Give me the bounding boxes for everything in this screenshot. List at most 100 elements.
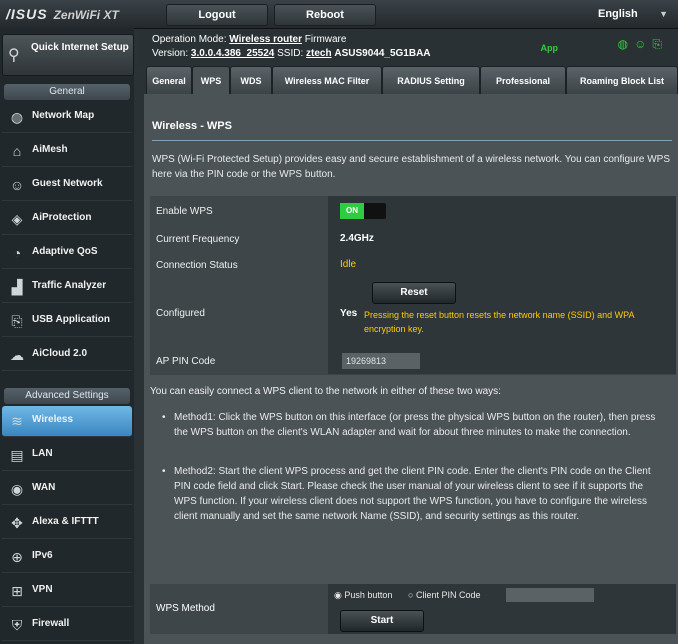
ssid-value-2: ASUS9044_5G1BAA <box>334 48 431 59</box>
sidebar-item-wan[interactable]: ◉ WAN <box>2 474 132 505</box>
sidebar-item-adaptive-qos[interactable]: ◔ Adaptive QoS <box>2 238 132 269</box>
wan-icon: ◉ <box>10 481 24 497</box>
toggle-on-label: ON <box>340 203 364 219</box>
current-frequency-value: 2.4GHz <box>340 233 374 244</box>
sidebar-item-network-map[interactable]: ◍ Network Map <box>2 102 132 133</box>
table-row: AP PIN Code 19269813 <box>150 348 676 375</box>
language-value: English <box>598 8 638 20</box>
reboot-button[interactable]: Reboot <box>274 4 376 26</box>
sidebar-item-aimesh[interactable]: ⌂ AiMesh <box>2 136 132 167</box>
tab-wireless-mac-filter[interactable]: Wireless MAC Filter <box>272 66 382 95</box>
ap-pin-label: AP PIN Code <box>150 348 328 374</box>
quick-setup-label: Quick Internet Setup <box>31 42 129 53</box>
shield-icon: ◈ <box>11 211 23 227</box>
app-label[interactable]: App <box>541 42 559 54</box>
ssid-label: SSID: <box>277 48 304 59</box>
sidebar-item-label: AiProtection <box>32 212 92 223</box>
wifi-status-icon[interactable]: ◍ <box>618 37 634 51</box>
sidebar-item-label: Traffic Analyzer <box>32 280 107 291</box>
radio-selected-icon: ◉ <box>334 590 342 600</box>
sidebar-item-aicloud[interactable]: ☁ AiCloud 2.0 <box>2 340 132 371</box>
tab-roaming-block-list[interactable]: Roaming Block List <box>566 66 678 95</box>
sidebar-item-firewall[interactable]: ⛨ Firewall <box>2 610 132 641</box>
enable-wps-label: Enable WPS <box>150 196 328 226</box>
lan-icon: ▤ <box>10 447 24 463</box>
wifi-icon: ≋ <box>11 413 23 429</box>
client-pin-input[interactable] <box>506 588 594 602</box>
wps-method-label: WPS Method <box>150 584 328 634</box>
start-button[interactable]: Start <box>340 610 424 632</box>
sidebar-item-label: IPv6 <box>32 550 53 561</box>
version-label: Version: <box>152 48 189 59</box>
usb-status-icon[interactable]: ⎘ <box>652 37 668 51</box>
sidebar-item-vpn[interactable]: ⊞ VPN <box>2 576 132 607</box>
connection-status-cell: Idle <box>328 252 676 278</box>
client-pin-label: Client PIN Code <box>415 590 481 600</box>
configured-cell: Reset Yes Pressing the reset button rese… <box>328 278 676 348</box>
method1-item: • Method1: Click the WPS button on this … <box>162 410 662 440</box>
configured-label: Configured <box>150 278 328 348</box>
sidebar-item-label: USB Application <box>32 314 110 325</box>
brand-name: /ISUS <box>6 6 48 22</box>
push-button-label: Push button <box>344 590 393 600</box>
firmware-label: Firmware <box>304 34 347 45</box>
firewall-icon: ⛨ <box>11 617 23 633</box>
sidebar-item-alexa-ifttt[interactable]: ✥ Alexa & IFTTT <box>2 508 132 539</box>
configured-value: Yes <box>340 308 358 319</box>
method1-text: Method1: Click the WPS button on this in… <box>174 412 656 438</box>
chart-icon: ▟ <box>11 279 23 295</box>
bullet-icon: • <box>162 466 166 477</box>
model-name: ZenWiFi XT <box>53 8 119 22</box>
ap-pin-cell: 19269813 <box>328 348 676 374</box>
tab-wds[interactable]: WDS <box>230 66 272 95</box>
ap-pin-value: 19269813 <box>342 353 420 369</box>
sidebar-item-usb-application[interactable]: ⎘ USB Application <box>2 306 132 337</box>
op-mode-link[interactable]: Wireless router <box>229 34 302 45</box>
tab-wps[interactable]: WPS <box>192 66 230 95</box>
sidebar-item-label: WAN <box>32 482 56 493</box>
sidebar-item-label: LAN <box>32 448 53 459</box>
sidebar-item-ipv6[interactable]: ⊕ IPv6 <box>2 542 132 573</box>
wps-method-row: WPS Method ◉ Push button ○ Client PIN Co… <box>150 584 676 634</box>
sidebar-item-label: VPN <box>32 584 53 595</box>
logout-button[interactable]: Logout <box>166 4 268 26</box>
general-section-header: General <box>4 84 130 100</box>
push-button-radio[interactable]: ◉ Push button <box>334 590 392 601</box>
connection-intro: You can easily connect a WPS client to t… <box>150 386 501 397</box>
sidebar-item-wireless[interactable]: ≋ Wireless <box>2 406 132 437</box>
sidebar-item-label: AiCloud 2.0 <box>32 348 88 359</box>
page-description: WPS (Wi-Fi Protected Setup) provides eas… <box>152 154 671 180</box>
table-row: Current Frequency 2.4GHz <box>150 226 676 253</box>
enable-wps-toggle[interactable]: ON <box>340 203 386 219</box>
tab-radius-setting[interactable]: RADIUS Setting <box>382 66 480 95</box>
ipv6-icon: ⊕ <box>11 549 23 565</box>
tab-general[interactable]: General <box>146 66 192 95</box>
client-pin-radio[interactable]: ○ Client PIN Code <box>408 590 480 600</box>
sidebar-item-guest-network[interactable]: ☺ Guest Network <box>2 170 132 201</box>
connection-status-label: Connection Status <box>150 252 328 278</box>
method2-text: Method2: Start the client WPS process an… <box>174 466 651 522</box>
method2-item: • Method2: Start the client WPS process … <box>162 464 662 524</box>
quick-setup-button[interactable]: ⚲ Quick Internet Setup <box>2 34 134 76</box>
current-frequency-cell: 2.4GHz <box>328 226 676 252</box>
reset-button[interactable]: Reset <box>372 282 456 304</box>
sidebar-item-lan[interactable]: ▤ LAN <box>2 440 132 471</box>
tab-professional[interactable]: Professional <box>480 66 566 95</box>
top-header: /ISUS ZenWiFi XT Logout Reboot English ▼ <box>0 0 678 29</box>
wps-method-cell: ◉ Push button ○ Client PIN Code Start <box>328 584 676 634</box>
enable-wps-cell: ON <box>328 196 676 226</box>
sidebar-item-traffic-analyzer[interactable]: ▟ Traffic Analyzer <box>2 272 132 303</box>
radio-empty-icon: ○ <box>408 590 414 600</box>
language-select[interactable]: English ▼ <box>592 4 670 24</box>
user-icon[interactable]: ☺ <box>634 37 652 51</box>
firmware-version-link[interactable]: 3.0.0.4.386_25524 <box>191 48 274 59</box>
sidebar-item-label: Guest Network <box>32 178 103 189</box>
sidebar-item-label: Adaptive QoS <box>32 246 98 257</box>
sidebar-item-label: Network Map <box>32 110 95 121</box>
sidebar-item-aiprotection[interactable]: ◈ AiProtection <box>2 204 132 235</box>
page-title: Wireless - WPS <box>152 120 232 132</box>
reset-note: Pressing the reset button resets the net… <box>364 310 634 334</box>
status-icons: ◍☺⎘ <box>618 38 668 50</box>
table-row: Enable WPS ON <box>150 196 676 227</box>
wand-icon: ⚲ <box>8 47 20 64</box>
